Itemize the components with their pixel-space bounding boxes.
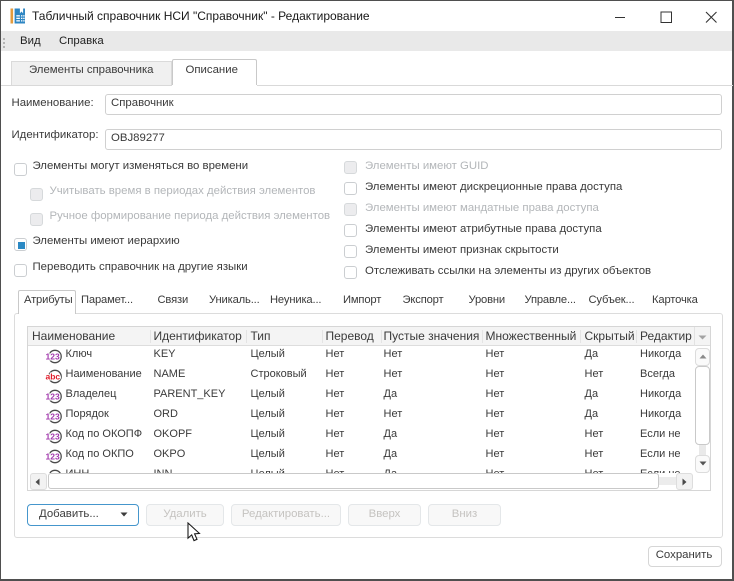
svg-text:123: 123	[46, 452, 60, 462]
svg-text:123: 123	[46, 412, 60, 422]
svg-text:abc: abc	[46, 372, 61, 382]
svg-text:123: 123	[46, 352, 60, 362]
svg-text:123: 123	[46, 432, 60, 442]
svg-text:123: 123	[46, 392, 60, 402]
